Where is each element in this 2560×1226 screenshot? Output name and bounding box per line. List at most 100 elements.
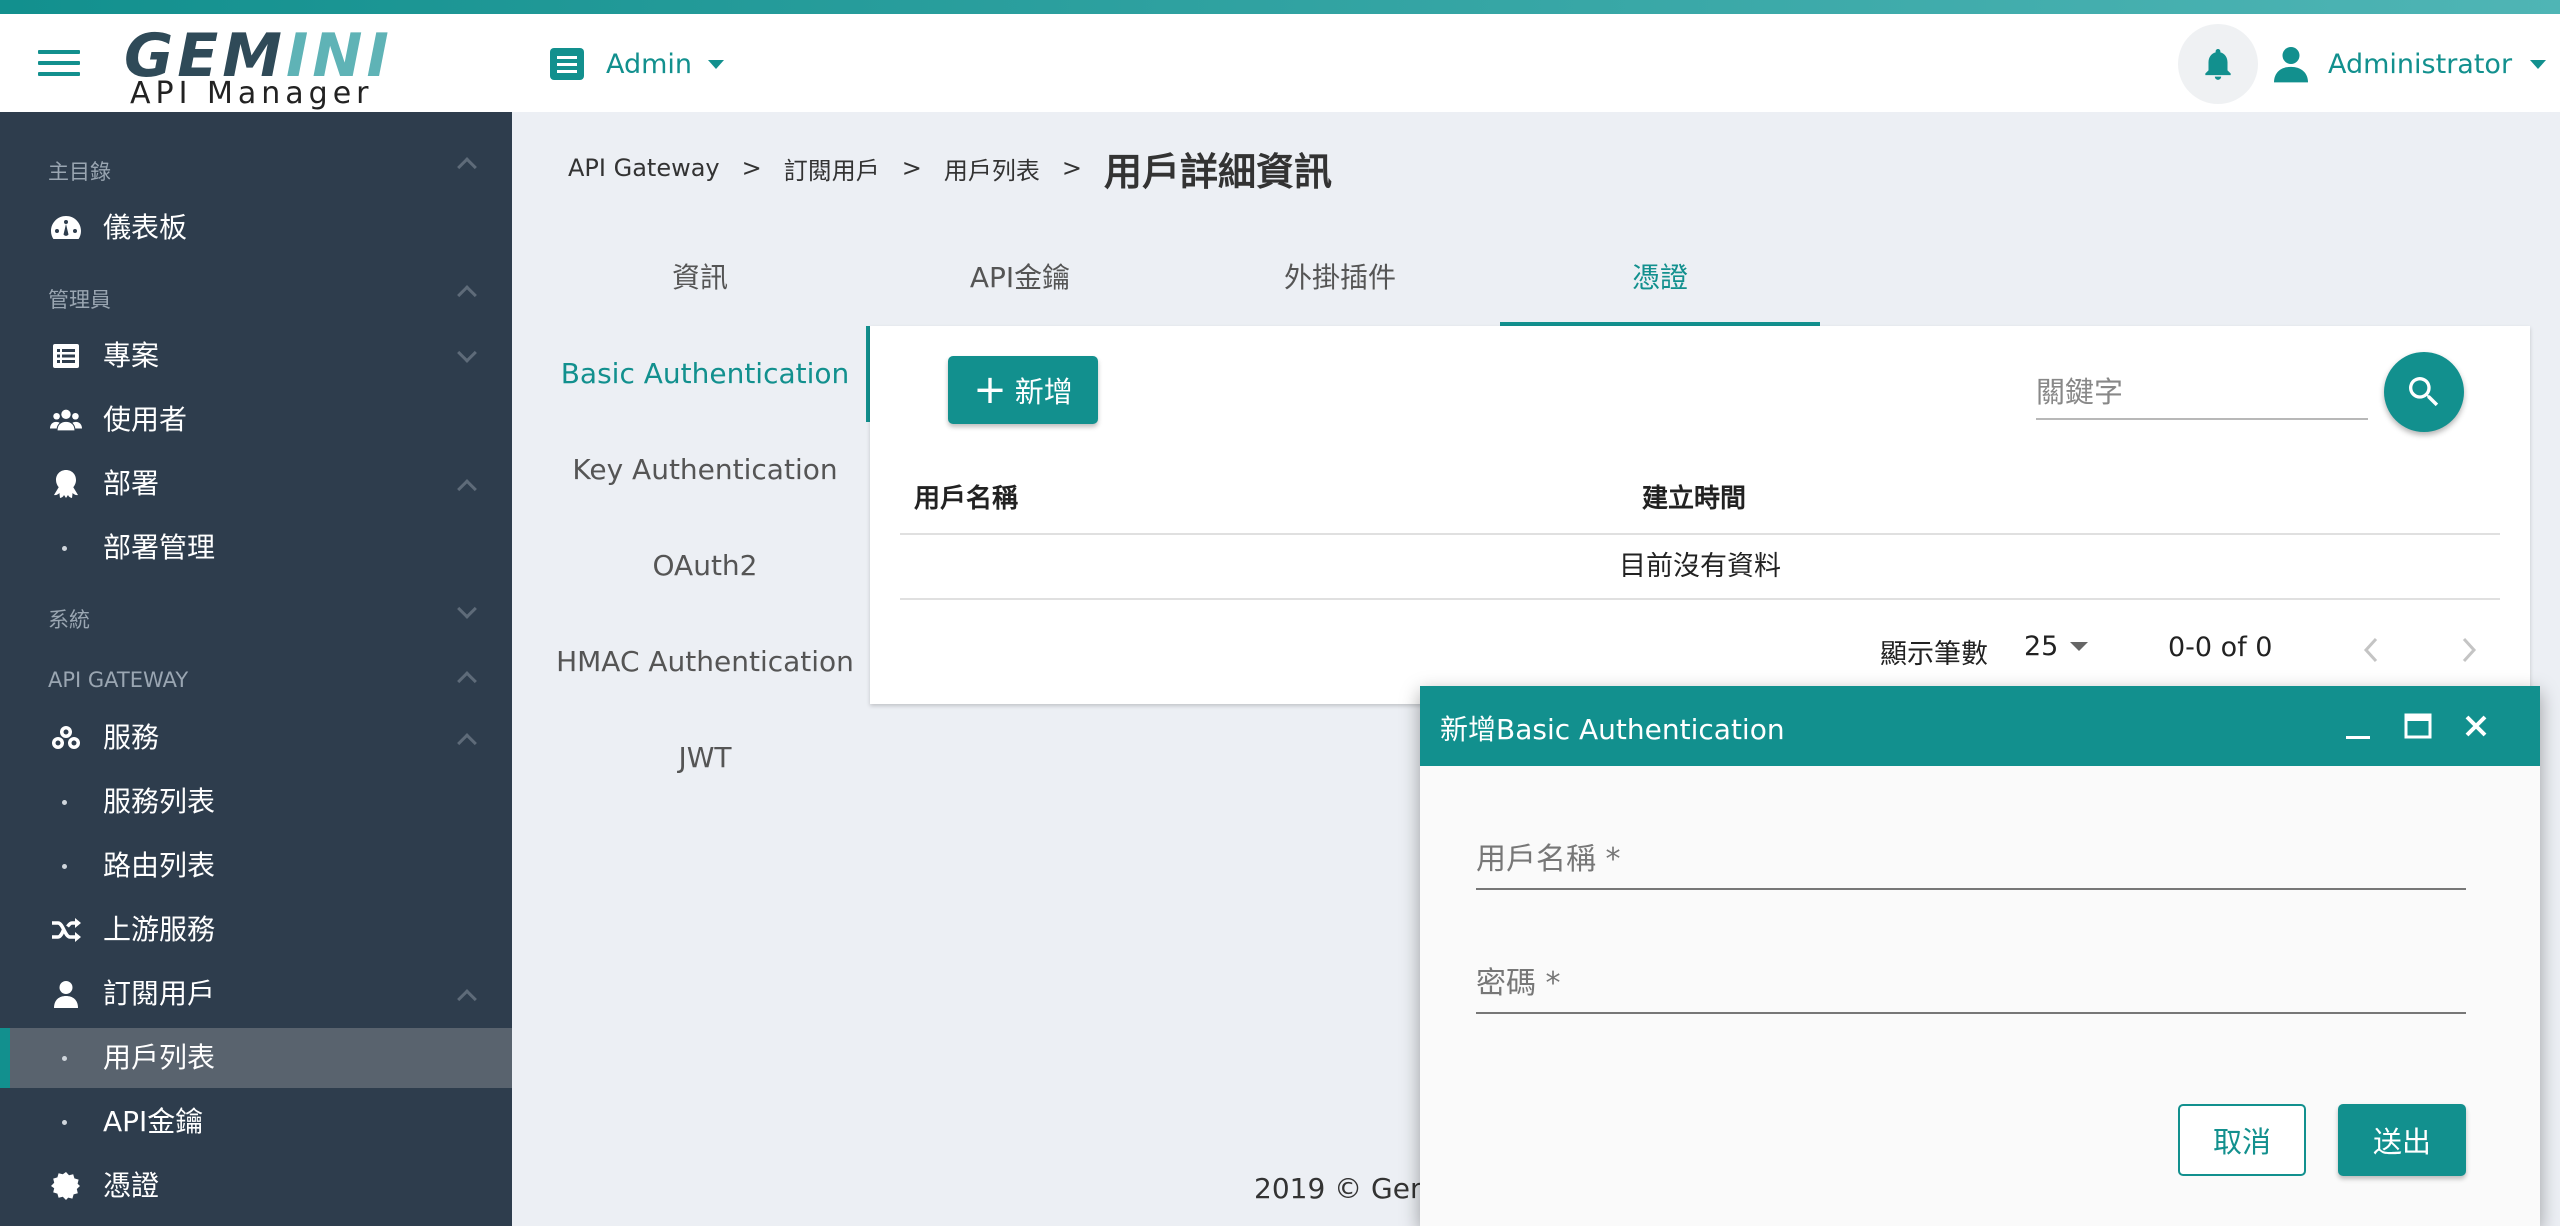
sidebar-section-system: 系統 <box>48 608 90 632</box>
sidebar-item-label: 儀表板 <box>103 211 188 244</box>
search-icon <box>2409 377 2439 407</box>
sidebar-item-services[interactable]: 服務 <box>0 708 512 768</box>
app-header: GEMINI API Manager Admin Administrator <box>0 14 2560 112</box>
sidebar-item-label: 憑證 <box>103 1169 160 1202</box>
dialog-header[interactable]: 新增Basic Authentication <box>1420 686 2540 766</box>
dialog-title: 新增Basic Authentication <box>1440 713 1785 746</box>
chevron-down-icon[interactable] <box>457 599 477 619</box>
sidebar-section-gateway: API GATEWAY <box>48 668 189 692</box>
auth-tab-hmac[interactable]: HMAC Authentication <box>540 634 870 690</box>
column-header-created[interactable]: 建立時間 <box>1642 478 1746 515</box>
cubes-icon <box>50 722 82 754</box>
next-page-button[interactable] <box>2450 632 2486 668</box>
shuffle-icon <box>50 914 82 946</box>
sidebar-item-credentials[interactable]: 憑證 <box>0 1156 512 1216</box>
close-icon <box>2465 715 2487 737</box>
tab-api-keys[interactable]: API金鑰 <box>860 250 1180 326</box>
plus-icon: + <box>973 367 1007 413</box>
chevron-up-icon <box>457 989 477 1009</box>
project-label: Admin <box>606 48 693 80</box>
table-divider <box>900 598 2500 600</box>
breadcrumb-separator: > <box>1061 154 1082 182</box>
breadcrumb-separator: > <box>741 154 762 182</box>
tab-credentials[interactable]: 憑證 <box>1500 250 1820 326</box>
app-logo[interactable]: GEMINI API Manager <box>124 22 389 111</box>
add-button[interactable]: + 新增 <box>948 356 1098 424</box>
user-icon <box>2274 47 2308 83</box>
rows-per-page-value: 25 <box>2024 630 2059 662</box>
user-menu[interactable]: Administrator <box>2274 44 2547 84</box>
chevron-up-icon <box>457 479 477 499</box>
pagination-range: 0-0 of 0 <box>2168 632 2273 663</box>
dashboard-icon <box>50 212 82 244</box>
logo-sub-text: API Manager <box>130 76 374 111</box>
rows-per-page-select[interactable]: 25 <box>2024 626 2089 666</box>
auth-tab-jwt[interactable]: JWT <box>540 730 870 786</box>
chevron-up-icon[interactable] <box>457 671 477 691</box>
sidebar-item-users[interactable]: 使用者 <box>0 390 512 450</box>
sidebar-section-main: 主目錄 <box>48 160 111 184</box>
sidebar-item-api-keys[interactable]: API金鑰 <box>0 1092 512 1152</box>
chevron-up-icon[interactable] <box>457 157 477 177</box>
sidebar-item-label: 專案 <box>103 339 160 372</box>
submit-button[interactable]: 送出 <box>2338 1104 2466 1176</box>
breadcrumb-item-consumers[interactable]: 訂閱用戶 <box>784 151 880 186</box>
credentials-card: + 新增 用戶名稱 建立時間 目前沒有資料 顯示筆數 25 0-0 of 0 <box>870 326 2530 704</box>
users-icon <box>50 404 82 436</box>
sidebar-item-label: 用戶列表 <box>103 1041 216 1074</box>
hamburger-icon[interactable] <box>38 50 80 80</box>
bullet-icon <box>62 1120 67 1125</box>
breadcrumb-item-gateway[interactable]: API Gateway <box>568 154 720 182</box>
sidebar-item-label: 服務列表 <box>103 785 216 818</box>
user-icon <box>50 978 82 1010</box>
prev-page-button[interactable] <box>2354 632 2390 668</box>
sidebar-item-label: 路由列表 <box>103 849 216 882</box>
sidebar-item-label: 部署管理 <box>103 531 216 564</box>
sidebar-item-projects[interactable]: 專案 <box>0 326 512 386</box>
password-field[interactable] <box>1476 954 2466 1014</box>
notifications-button[interactable] <box>2178 24 2258 104</box>
sidebar-section-admin: 管理員 <box>48 288 111 312</box>
sidebar-item-route-list[interactable]: 路由列表 <box>0 836 512 896</box>
sidebar-item-label: 使用者 <box>103 403 188 436</box>
sidebar-item-label: 訂閱用戶 <box>103 977 216 1010</box>
tab-plugins[interactable]: 外掛插件 <box>1180 250 1500 326</box>
chevron-down-icon <box>457 343 477 363</box>
cancel-button[interactable]: 取消 <box>2178 1104 2306 1176</box>
project-selector[interactable]: Admin <box>550 44 725 84</box>
auth-tab-oauth2[interactable]: OAuth2 <box>540 538 870 594</box>
chevron-down-icon <box>708 59 725 69</box>
chevron-down-icon <box>2070 641 2089 651</box>
search-input[interactable] <box>2036 366 2368 420</box>
breadcrumb-item-consumer-list[interactable]: 用戶列表 <box>944 151 1040 186</box>
list-icon <box>50 340 82 372</box>
sidebar: 主目錄 儀表板 管理員 專案 使用者 部署 部署管理 系統 API GATEWA… <box>0 112 512 1226</box>
sidebar-item-dashboard[interactable]: 儀表板 <box>0 198 512 258</box>
tab-info[interactable]: 資訊 <box>540 250 860 326</box>
sidebar-item-label: 部署 <box>103 467 160 500</box>
rows-per-page-label: 顯示筆數 <box>1880 639 1988 670</box>
chevron-right-icon <box>2462 637 2477 663</box>
sidebar-item-deploy[interactable]: 部署 <box>0 454 512 514</box>
auth-tab-key[interactable]: Key Authentication <box>540 442 870 498</box>
page-title: 用戶詳細資訊 <box>1103 149 1332 194</box>
search-button[interactable] <box>2384 352 2464 432</box>
username-field[interactable] <box>1476 830 2466 890</box>
chevron-up-icon[interactable] <box>457 285 477 305</box>
maximize-button[interactable] <box>2398 706 2438 746</box>
add-button-label: 新增 <box>1014 375 1073 409</box>
bullet-icon <box>62 800 67 805</box>
sidebar-item-upstream[interactable]: 上游服務 <box>0 900 512 960</box>
sidebar-item-consumer-list[interactable]: 用戶列表 <box>0 1028 512 1088</box>
auth-tab-basic[interactable]: Basic Authentication <box>540 346 870 402</box>
column-header-username[interactable]: 用戶名稱 <box>914 478 1018 515</box>
sidebar-item-service-list[interactable]: 服務列表 <box>0 772 512 832</box>
sidebar-item-consumers[interactable]: 訂閱用戶 <box>0 964 512 1024</box>
sidebar-item-label: API金鑰 <box>103 1105 204 1138</box>
sidebar-item-deploy-manage[interactable]: 部署管理 <box>0 518 512 578</box>
bullet-icon <box>62 1056 67 1061</box>
add-basic-auth-dialog: 新增Basic Authentication 取消 送出 <box>1420 686 2540 1226</box>
close-button[interactable] <box>2456 706 2496 746</box>
minimize-button[interactable] <box>2338 706 2378 746</box>
chevron-down-icon <box>2530 59 2547 69</box>
